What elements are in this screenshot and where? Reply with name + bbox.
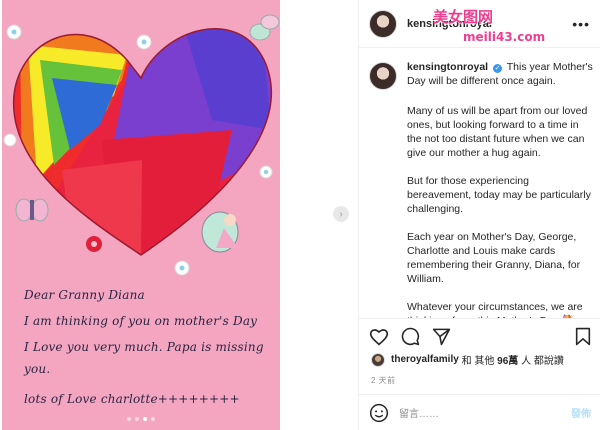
carousel-dot [127, 417, 131, 421]
comment-icon[interactable] [401, 327, 420, 346]
card-line-2: I am thinking of you on mother's Day [24, 314, 258, 328]
likes-suffix: 人 都說讚 [521, 356, 564, 367]
likes-count[interactable]: 96萬 [497, 352, 518, 367]
caption-paragraph: Each year on Mother's Day, George, Charl… [407, 231, 581, 285]
butterfly-sticker-icon [249, 14, 280, 41]
next-image-button[interactable]: › [333, 206, 349, 222]
post-actions [359, 318, 600, 354]
flower-sticker-icon [259, 165, 273, 179]
card-line-3: I Love you very much. Papa is missing [24, 340, 264, 354]
mothers-day-card-image: Dear Granny Diana I am thinking of you o… [2, 0, 280, 430]
card-line-5: lots of Love charlotte++++++++ [24, 392, 240, 406]
caption-username[interactable]: kensingtonroyal [407, 61, 488, 73]
caption-paragraph: But for those experiencing bereavement, … [407, 175, 591, 215]
more-horizontal-icon[interactable]: ••• [572, 16, 590, 32]
avatar[interactable] [371, 352, 385, 367]
carousel-dot [135, 417, 139, 421]
likes-summary: theroyalfamily 和 其他 96萬 人 都說讚 [371, 352, 564, 367]
carousel-dot [143, 417, 147, 421]
butterfly-sticker-icon [15, 198, 49, 222]
watermark-url: meili43.com [463, 30, 546, 44]
carousel-indicator [2, 417, 280, 421]
card-line-4: you. [24, 362, 51, 376]
post-media: Dear Granny Diana I am thinking of you o… [0, 0, 358, 430]
post-caption: kensingtonroyal ✓ This year Mother's Day… [369, 60, 595, 318]
flower-sticker-icon [6, 24, 22, 40]
liked-by-username[interactable]: theroyalfamily [391, 354, 459, 365]
card-line-1: Dear Granny Diana [24, 288, 145, 302]
flower-sticker-icon [174, 260, 190, 276]
watermark-text: 美女图网 [433, 8, 494, 26]
fairy-sticker-icon [201, 211, 239, 253]
caption-paragraph: Many of us will be apart from our loved … [407, 105, 588, 159]
caption-paragraph: Whatever your circumstances, we are thin… [407, 301, 583, 318]
carousel-dot [151, 417, 155, 421]
emoji-icon[interactable] [369, 403, 389, 423]
comment-bar: 留言…… 發佈 [359, 394, 600, 430]
red-flower-sticker-icon [86, 236, 102, 252]
bookmark-icon[interactable] [575, 327, 591, 346]
flower-sticker-icon [136, 34, 152, 50]
verified-badge-icon: ✓ [493, 64, 503, 73]
post-panel: kensingtonroyal ••• 美女图网 meili43.com ken… [358, 0, 600, 430]
chevron-right-icon: › [339, 208, 343, 220]
share-icon[interactable] [432, 327, 451, 346]
avatar[interactable] [369, 62, 397, 90]
like-heart-icon[interactable] [369, 328, 389, 346]
avatar[interactable] [369, 9, 397, 38]
likes-and-others: 和 其他 [461, 356, 495, 367]
post-timestamp[interactable]: 2 天前 [371, 375, 396, 386]
flower-sticker-icon [3, 133, 17, 147]
post-comment-button[interactable]: 發佈 [571, 405, 591, 420]
comment-input[interactable]: 留言…… [399, 405, 439, 420]
